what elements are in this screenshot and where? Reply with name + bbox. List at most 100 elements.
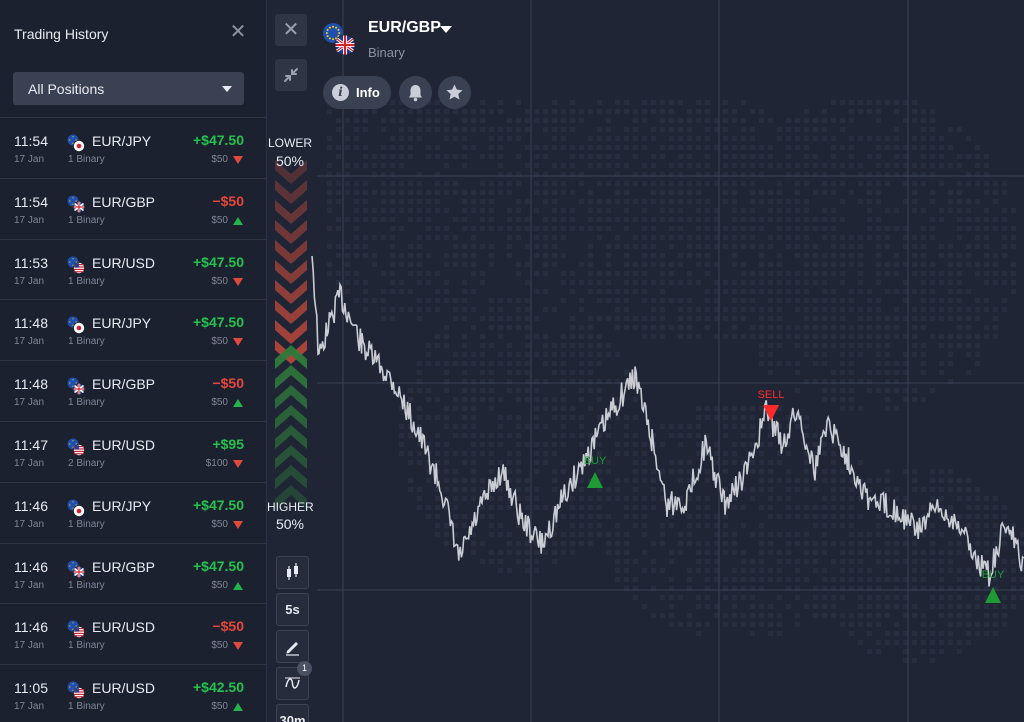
positions-list: 11:54 17 Jan EUR/JPY 1 Binary +$47.50 $50 11:5… <box>0 118 266 722</box>
usd-flag-icon <box>67 438 85 456</box>
sell-arrow-icon <box>763 405 779 421</box>
close-chart-button[interactable]: ✕ <box>275 14 307 46</box>
world-map-background <box>327 100 1024 663</box>
position-asset: EUR/USD <box>92 254 156 271</box>
position-date: 17 Jan <box>14 701 45 713</box>
position-asset: EUR/USD <box>92 619 156 636</box>
position-row[interactable]: 11:48 17 Jan EUR/GBP 1 Binary −$50 $50 <box>0 361 266 422</box>
position-profit: +$42.50 <box>193 679 244 696</box>
alerts-button[interactable] <box>399 76 432 109</box>
sell-marker-label: SELL <box>758 389 785 401</box>
position-type: 1 Binary <box>68 154 105 165</box>
position-type: 1 Binary <box>68 518 105 530</box>
position-row[interactable]: 11:54 17 Jan EUR/GBP 1 Binary −$50 $50 <box>0 179 266 240</box>
lower-percent: 50% <box>275 153 305 169</box>
chart-area[interactable]: SELL BUY BUY ✕ EUR/GBP Binary i Info LOW… <box>267 0 1024 722</box>
position-row[interactable]: 11:46 17 Jan EUR/JPY 1 Binary +$47.50 $50 <box>0 483 266 544</box>
arrow-down-icon <box>233 642 243 651</box>
sell-marker: SELL <box>758 389 785 421</box>
position-asset: EUR/GBP <box>92 558 156 575</box>
position-asset: EUR/GBP <box>92 193 156 210</box>
arrow-up-icon <box>233 703 243 712</box>
position-date: 17 Jan <box>14 336 45 348</box>
position-row[interactable]: 11:47 17 Jan EUR/USD 2 Binary +$95 $100 <box>0 422 266 483</box>
buy-marker-1: BUY <box>584 455 607 488</box>
position-type: 1 Binary <box>68 397 105 409</box>
pencil-icon <box>286 642 299 656</box>
usd-flag-icon <box>67 681 85 700</box>
minimize-button[interactable] <box>275 59 307 91</box>
position-date: 17 Jan <box>14 518 45 530</box>
usd-flag-icon <box>67 620 85 639</box>
candle-interval-button[interactable]: 5s <box>276 593 309 626</box>
position-profit: +$47.50 <box>193 314 244 331</box>
position-amount: $50 <box>211 701 228 713</box>
positions-filter-dropdown[interactable]: All Positions <box>13 72 244 105</box>
position-profit: +$95 <box>212 435 244 452</box>
position-type: 1 Binary <box>68 275 105 287</box>
usd-flag-icon <box>67 256 85 274</box>
filter-value: All Positions <box>28 81 105 97</box>
jpy-flag-icon <box>67 134 85 152</box>
position-time: 11:48 <box>14 376 48 393</box>
position-date: 17 Jan <box>14 154 45 165</box>
arrow-down-icon <box>233 277 243 286</box>
position-asset: EUR/USD <box>92 436 156 453</box>
position-row[interactable]: 11:48 17 Jan EUR/JPY 1 Binary +$47.50 $50 <box>0 300 266 362</box>
candlestick-icon <box>287 563 298 580</box>
position-row[interactable]: 11:54 17 Jan EUR/JPY 1 Binary +$47.50 $50 <box>0 118 266 179</box>
position-time: 11:46 <box>14 497 48 514</box>
timeframe-button[interactable]: 30m <box>276 704 309 722</box>
position-amount: $100 <box>205 457 228 469</box>
position-date: 17 Jan <box>14 275 45 287</box>
position-asset: EUR/JPY <box>92 133 152 149</box>
arrow-down-icon <box>233 338 243 347</box>
position-time: 11:47 <box>14 436 48 453</box>
jpy-flag-icon <box>67 316 85 335</box>
minimize-icon <box>284 68 298 82</box>
info-button-label: Info <box>356 85 380 100</box>
position-profit: −$50 <box>212 375 244 392</box>
chart-type-button[interactable] <box>276 556 309 589</box>
position-time: 11:46 <box>14 558 48 575</box>
star-icon <box>446 84 463 100</box>
position-amount: $50 <box>211 275 228 287</box>
position-time: 11:53 <box>14 254 48 271</box>
drawing-tools-button[interactable] <box>276 630 309 663</box>
gbp-flag-icon <box>67 560 85 578</box>
position-amount: $50 <box>211 336 228 348</box>
gbp-flag-icon <box>67 195 85 213</box>
position-type: 1 Binary <box>68 214 105 226</box>
close-icon[interactable]: ✕ <box>228 22 248 42</box>
position-row[interactable]: 11:46 17 Jan EUR/GBP 1 Binary +$47.50 $50 <box>0 544 266 605</box>
position-amount: $50 <box>211 579 228 591</box>
asset-selector[interactable]: EUR/GBP <box>368 19 441 37</box>
position-date: 17 Jan <box>14 457 45 469</box>
higher-label: HIGHER <box>267 500 314 514</box>
chevron-down-icon[interactable] <box>440 26 452 33</box>
position-profit: −$50 <box>212 192 244 209</box>
info-icon: i <box>332 84 349 101</box>
panel-title: Trading History <box>14 26 109 42</box>
position-amount: $50 <box>211 154 228 165</box>
position-type: 2 Binary <box>68 457 105 469</box>
trading-history-panel: Trading History ✕ All Positions 11:54 17 … <box>0 0 267 722</box>
buy-marker-label: BUY <box>584 455 607 467</box>
position-amount: $50 <box>211 397 228 409</box>
position-date: 17 Jan <box>14 579 45 591</box>
position-row[interactable]: 11:53 17 Jan EUR/USD 1 Binary +$47.50 $50 <box>0 240 266 301</box>
arrow-up-icon <box>233 399 243 408</box>
position-time: 11:54 <box>14 193 48 210</box>
position-amount: $50 <box>211 214 228 226</box>
position-profit: +$47.50 <box>193 557 244 574</box>
position-date: 17 Jan <box>14 640 45 652</box>
position-profit: +$47.50 <box>193 132 244 148</box>
gbp-flag-icon <box>67 377 85 396</box>
arrow-up-icon <box>233 216 243 225</box>
info-button[interactable]: i Info <box>323 76 391 109</box>
position-row[interactable]: 11:05 17 Jan EUR/USD 1 Binary +$42.50 $50 <box>0 665 266 722</box>
favorite-button[interactable] <box>438 76 471 109</box>
price-chart[interactable]: SELL BUY BUY <box>267 0 1024 722</box>
position-row[interactable]: 11:46 17 Jan EUR/USD 1 Binary −$50 $50 <box>0 604 266 666</box>
position-date: 17 Jan <box>14 214 45 226</box>
